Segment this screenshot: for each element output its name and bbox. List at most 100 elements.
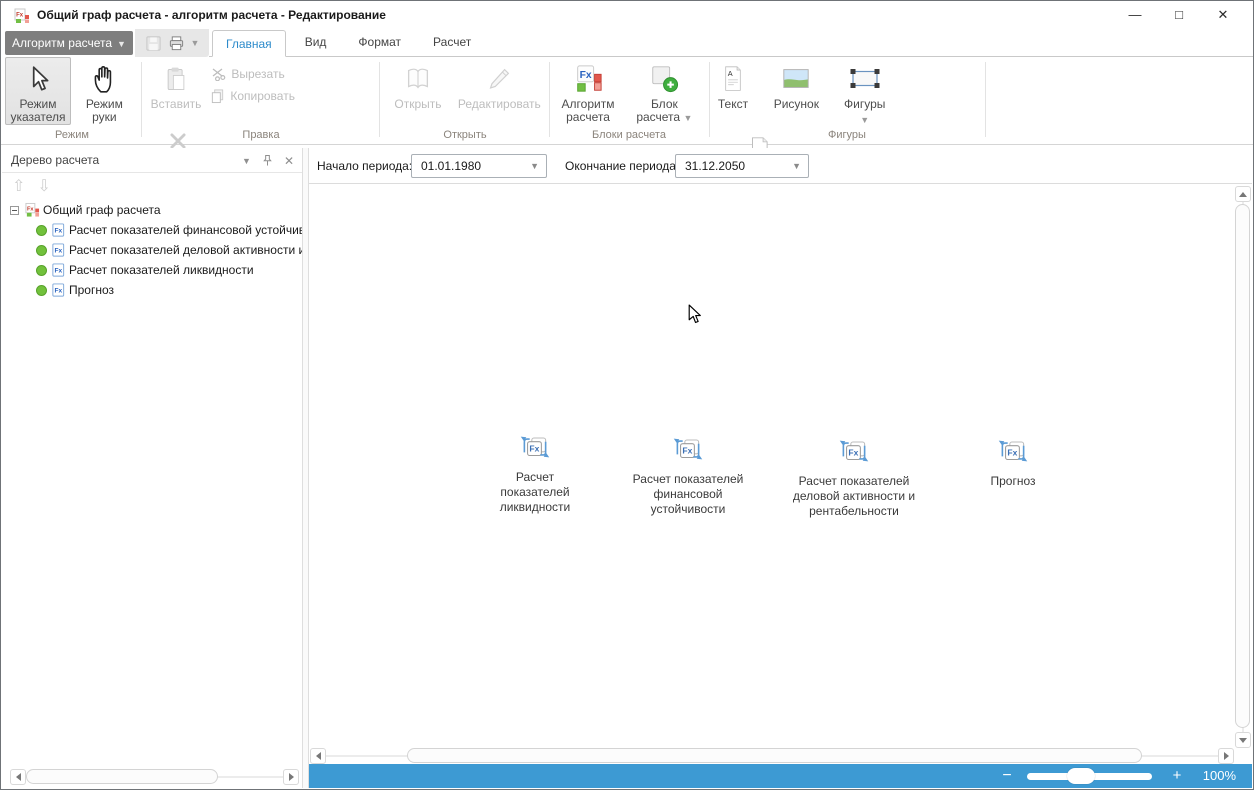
node-business-activity[interactable]: Fx Расчет показателей деловой активности… bbox=[784, 434, 924, 519]
hand-icon bbox=[91, 62, 117, 96]
text-document-icon: A bbox=[720, 62, 746, 96]
group-separator bbox=[985, 62, 986, 137]
svg-text:Fx: Fx bbox=[529, 444, 539, 454]
ribbon: Режим указателя Режим руки Режим Вставит… bbox=[1, 57, 1253, 195]
picture-button[interactable]: Рисунок bbox=[764, 57, 828, 119]
text-button[interactable]: A Текст bbox=[711, 57, 755, 119]
scroll-right-button[interactable] bbox=[1218, 748, 1234, 764]
svg-text:Fx: Fx bbox=[16, 13, 24, 19]
text-label: Текст bbox=[717, 97, 749, 111]
print-icon[interactable] bbox=[168, 35, 185, 52]
shapes-button[interactable]: Фигуры ▼ bbox=[836, 57, 894, 128]
svg-text:Fx: Fx bbox=[682, 446, 692, 456]
tree-item-label: Прогноз bbox=[69, 283, 115, 297]
tree-root-row[interactable]: Fx Общий граф расчета bbox=[2, 200, 302, 220]
close-button[interactable]: ✕ bbox=[1201, 1, 1245, 29]
panel-header: Дерево расчета ▼ ✕ bbox=[2, 148, 302, 173]
move-up-button[interactable]: ⇧ bbox=[12, 179, 25, 195]
group-separator bbox=[141, 62, 142, 137]
save-icon[interactable] bbox=[145, 35, 162, 52]
copy-button[interactable]: Копировать bbox=[210, 87, 316, 104]
minimize-button[interactable]: — bbox=[1113, 1, 1157, 29]
status-dot-icon bbox=[36, 284, 47, 296]
node-forecast[interactable]: Fx Прогноз bbox=[973, 434, 1053, 489]
collapse-icon[interactable] bbox=[10, 205, 19, 215]
group-separator bbox=[379, 62, 380, 137]
scroll-left-button[interactable] bbox=[10, 769, 26, 785]
quick-access-dropdown-icon[interactable]: ▼ bbox=[191, 38, 200, 48]
cut-button[interactable]: Вырезать bbox=[210, 65, 316, 82]
group-shapes: A Текст Рисунок Фигуры ▼ Фигуры bbox=[711, 57, 983, 195]
scroll-up-button[interactable] bbox=[1235, 186, 1251, 202]
tab-view[interactable]: Вид bbox=[292, 29, 340, 56]
group-mode: Режим указателя Режим руки Режим bbox=[5, 57, 139, 144]
algorithm-fx-icon: Fx bbox=[573, 62, 603, 96]
tree-item[interactable]: Fx Расчет показателей ликвидности bbox=[2, 260, 302, 280]
maximize-button[interactable]: □ bbox=[1157, 1, 1201, 29]
status-bar: − + 100% bbox=[309, 764, 1252, 788]
scrollbar-thumb[interactable] bbox=[1235, 204, 1250, 728]
group-separator bbox=[709, 62, 710, 137]
edit-button[interactable]: Редактировать bbox=[454, 57, 544, 119]
cut-label: Вырезать bbox=[231, 66, 285, 81]
open-button[interactable]: Открыть bbox=[385, 57, 451, 119]
copy-label: Копировать bbox=[230, 88, 295, 103]
quick-access-toolbar: ▼ bbox=[135, 29, 209, 57]
scrollbar-thumb[interactable] bbox=[407, 748, 1142, 763]
pointer-mode-label: Режим указателя bbox=[10, 97, 66, 124]
hand-mode-button[interactable]: Режим руки bbox=[74, 57, 134, 125]
period-start-label: Начало периода: bbox=[317, 159, 413, 173]
chevron-down-icon[interactable]: ▼ bbox=[683, 113, 692, 123]
mouse-cursor-icon bbox=[688, 304, 701, 324]
panel-horizontal-scrollbar[interactable] bbox=[10, 769, 299, 786]
title-bar: Fx Общий граф расчета - алгоритм расчета… bbox=[1, 1, 1253, 29]
group-open: Открыть Редактировать Открыть bbox=[381, 57, 549, 144]
zoom-level: 100% bbox=[1202, 768, 1236, 783]
paste-button[interactable]: Вставить bbox=[145, 57, 207, 119]
tree-item[interactable]: Fx Расчет показателей деловой активности… bbox=[2, 240, 302, 260]
tree-item-label: Расчет показателей деловой активности и … bbox=[69, 243, 302, 257]
chevron-down-icon[interactable]: ▼ bbox=[860, 114, 869, 127]
zoom-slider-thumb[interactable] bbox=[1067, 768, 1095, 784]
tab-home[interactable]: Главная bbox=[212, 30, 286, 57]
algorithm-button[interactable]: Fx Алгоритм расчета bbox=[551, 57, 625, 125]
zoom-in-button[interactable]: + bbox=[1167, 764, 1187, 788]
panel-close-icon[interactable]: ✕ bbox=[284, 154, 294, 168]
tree-item[interactable]: Fx Расчет показателей финансовой устойчи… bbox=[2, 220, 302, 240]
svg-text:Fx: Fx bbox=[54, 268, 62, 275]
picture-label: Рисунок bbox=[773, 97, 819, 111]
scrollbar-thumb[interactable] bbox=[26, 769, 218, 784]
calc-block-icon: Fx bbox=[673, 438, 703, 460]
chevron-down-icon[interactable]: ▼ bbox=[530, 155, 539, 177]
shapes-rectangle-icon bbox=[848, 62, 882, 96]
move-down-button[interactable]: ⇩ bbox=[37, 179, 50, 195]
pin-icon[interactable] bbox=[262, 154, 273, 167]
pointer-mode-button[interactable]: Режим указателя bbox=[5, 57, 71, 125]
scroll-down-button[interactable] bbox=[1235, 732, 1251, 748]
svg-text:Fx: Fx bbox=[54, 288, 62, 295]
status-dot-icon bbox=[36, 224, 47, 236]
fx-block-mini-icon: Fx bbox=[52, 243, 65, 257]
scroll-right-button[interactable] bbox=[283, 769, 299, 785]
zoom-out-button[interactable]: − bbox=[997, 764, 1017, 788]
period-end-field[interactable]: 31.12.2050 ▼ bbox=[675, 154, 809, 178]
tree-root-label: Общий граф расчета bbox=[43, 203, 161, 217]
tab-format[interactable]: Формат bbox=[345, 29, 414, 56]
diagram-canvas[interactable]: Fx Расчет показателей ликвидности Fx Рас… bbox=[309, 184, 1234, 748]
block-button[interactable]: Блок расчета ▼ bbox=[628, 57, 700, 126]
scroll-left-button[interactable] bbox=[310, 748, 326, 764]
algorithm-label: Алгоритм расчета bbox=[561, 97, 615, 124]
tab-calc[interactable]: Расчет bbox=[420, 29, 484, 56]
group-caption-shapes: Фигуры bbox=[828, 129, 866, 141]
node-financial-stability[interactable]: Fx Расчет показателей финансовой устойчи… bbox=[623, 432, 753, 517]
panel-splitter[interactable] bbox=[302, 148, 309, 788]
tree-item[interactable]: Fx Прогноз bbox=[2, 280, 302, 300]
panel-dropdown-icon[interactable]: ▼ bbox=[242, 156, 251, 166]
algorithm-mini-icon: Fx bbox=[25, 202, 40, 217]
canvas-horizontal-scrollbar[interactable] bbox=[310, 748, 1234, 764]
period-start-field[interactable]: 01.01.1980 ▼ bbox=[411, 154, 547, 178]
chevron-down-icon[interactable]: ▼ bbox=[792, 155, 801, 177]
canvas-vertical-scrollbar[interactable] bbox=[1235, 186, 1251, 748]
application-menu-button[interactable]: Алгоритм расчета ▼ bbox=[5, 31, 133, 55]
node-liquidity[interactable]: Fx Расчет показателей ликвидности bbox=[485, 430, 585, 515]
